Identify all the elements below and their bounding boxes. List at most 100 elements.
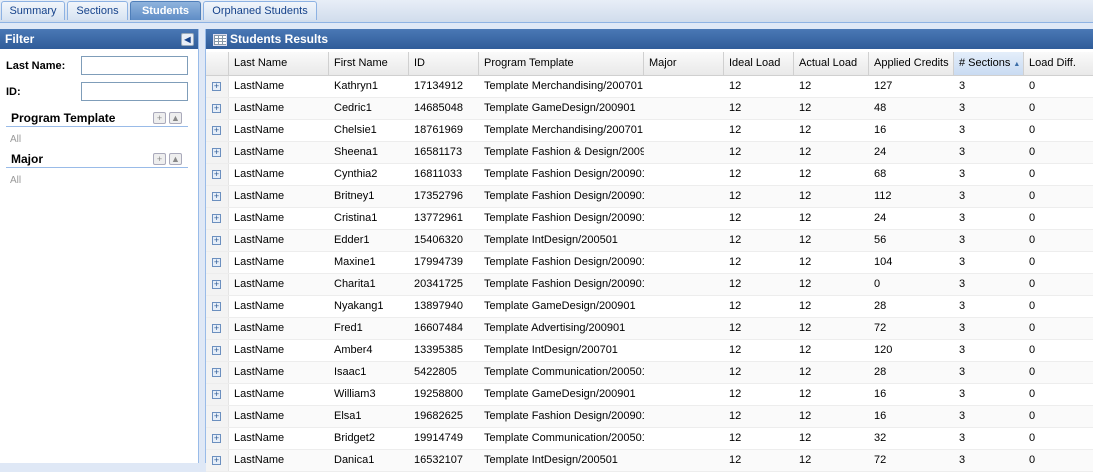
- table-row[interactable]: + LastName Sheena1 16581173 Template Fashion…: [206, 142, 1093, 164]
- col-id-cell: 20341725: [414, 278, 463, 290]
- table-row[interactable]: + LastName Cynthia2 16811033 Template Fashio…: [206, 164, 1093, 186]
- major-value[interactable]: All: [10, 175, 21, 186]
- expand-row-icon[interactable]: +: [212, 126, 221, 135]
- expand-row-icon[interactable]: +: [212, 170, 221, 179]
- col-program-template-cell: Template Communication/200501: [484, 366, 644, 378]
- table-row[interactable]: + LastName Isaac1 5422805 Template Communica…: [206, 362, 1093, 384]
- col-program-template-cell: Template Merchandising/200701: [484, 124, 643, 136]
- last-name-input[interactable]: [81, 56, 188, 75]
- col-actual-load-cell: 12: [799, 212, 812, 224]
- collapse-left-icon[interactable]: ◀: [181, 33, 194, 46]
- col-id-cell: 19258800: [414, 388, 463, 400]
- col-id-cell: 19682625: [414, 410, 463, 422]
- col-actual-load-header[interactable]: Actual Load: [794, 52, 869, 75]
- expand-row-icon[interactable]: +: [212, 324, 221, 333]
- col-ideal-load-header[interactable]: Ideal Load: [724, 52, 794, 75]
- expander-cell: +: [206, 164, 229, 185]
- col-program-template-header[interactable]: Program Template: [479, 52, 644, 75]
- col-id-header[interactable]: ID: [409, 52, 479, 75]
- col-last-name-cell: LastName: [234, 80, 285, 92]
- expand-row-icon[interactable]: +: [212, 302, 221, 311]
- expand-row-icon[interactable]: +: [212, 104, 221, 113]
- expand-row-icon[interactable]: +: [212, 456, 221, 465]
- expand-row-icon[interactable]: +: [212, 390, 221, 399]
- expand-row-icon[interactable]: +: [212, 236, 221, 245]
- col-last-name-cell: LastName: [234, 256, 285, 268]
- col-actual-load-cell: 12: [799, 256, 812, 268]
- table-row[interactable]: + LastName Fred1 16607484 Template Advertisi…: [206, 318, 1093, 340]
- table-row[interactable]: + LastName William3 19258800 Template GameDe…: [206, 384, 1093, 406]
- col-applied-credits-header[interactable]: Applied Credits: [869, 52, 954, 75]
- collapse-program-template-icon[interactable]: ▲: [169, 112, 182, 124]
- expand-row-icon[interactable]: +: [212, 412, 221, 421]
- table-row[interactable]: + LastName Maxine1 17994739 Template Fashion…: [206, 252, 1093, 274]
- col-actual-load-cell: 12: [799, 322, 812, 334]
- col-load-diff-cell: 0: [1029, 410, 1036, 422]
- col-major-cell: [644, 318, 724, 339]
- filter-title: Filter: [5, 32, 35, 46]
- col-actual-load-cell: 12: [799, 80, 812, 92]
- add-program-template-icon[interactable]: +: [153, 112, 166, 124]
- table-row[interactable]: + LastName Kathryn1 17134912 Template Mercha…: [206, 76, 1093, 98]
- col-program-template-cell: Template Fashion Design/200901: [484, 256, 644, 268]
- col-sections-cell: 3: [959, 366, 966, 378]
- table-row[interactable]: + LastName Bridget2 19914749 Template Commun…: [206, 428, 1093, 450]
- tab-orphaned-students[interactable]: Orphaned Students: [203, 1, 317, 20]
- col-first-name-cell: Britney1: [334, 190, 375, 202]
- col-applied-credits-cell: 16: [874, 388, 887, 400]
- expand-row-icon[interactable]: +: [212, 434, 221, 443]
- col-sections-cell: 3: [959, 454, 966, 466]
- table-row[interactable]: + LastName Danica1 16532107 Template IntDesi…: [206, 450, 1093, 472]
- col-last-name-header[interactable]: Last Name: [229, 52, 329, 75]
- col-ideal-load-cell: 12: [729, 234, 742, 246]
- col-load-diff-header[interactable]: Load Diff.: [1024, 52, 1093, 75]
- collapse-major-icon[interactable]: ▲: [169, 153, 182, 165]
- expand-row-icon[interactable]: +: [212, 280, 221, 289]
- table-row[interactable]: + LastName Nyakang1 13897940 Template GameDe…: [206, 296, 1093, 318]
- table-row[interactable]: + LastName Chelsie1 18761969 Template Mercha…: [206, 120, 1093, 142]
- id-label: ID:: [6, 86, 21, 98]
- tab-students[interactable]: Students: [130, 1, 201, 20]
- col-first-name-header[interactable]: First Name: [329, 52, 409, 75]
- program-template-value[interactable]: All: [10, 134, 21, 145]
- expand-row-icon[interactable]: +: [212, 346, 221, 355]
- table-row[interactable]: + LastName Edder1 15406320 Template IntDesig…: [206, 230, 1093, 252]
- col-applied-credits-cell: 48: [874, 102, 887, 114]
- expander-cell: +: [206, 340, 229, 361]
- col-program-template-cell: Template Fashion Design/200901: [484, 190, 644, 202]
- col-major-cell: [644, 98, 724, 119]
- table-row[interactable]: + LastName Cedric1 14685048 Template GameDes…: [206, 98, 1093, 120]
- col-load-diff-cell: 0: [1029, 190, 1036, 202]
- col-major-cell: [644, 252, 724, 273]
- col-sections-cell: 3: [959, 146, 966, 158]
- expander-cell: +: [206, 362, 229, 383]
- expand-row-icon[interactable]: +: [212, 148, 221, 157]
- table-row[interactable]: + LastName Cristina1 13772961 Template Fashi…: [206, 208, 1093, 230]
- table-row[interactable]: + LastName Charita1 20341725 Template Fashio…: [206, 274, 1093, 296]
- table-row[interactable]: + LastName Amber4 13395385 Template IntDesig…: [206, 340, 1093, 362]
- expand-row-icon[interactable]: +: [212, 214, 221, 223]
- col-ideal-load-cell: 12: [729, 190, 742, 202]
- table-row[interactable]: + LastName Britney1 17352796 Template Fashio…: [206, 186, 1093, 208]
- add-major-icon[interactable]: +: [153, 153, 166, 165]
- id-input[interactable]: [81, 82, 188, 101]
- col-sections-cell: 3: [959, 102, 966, 114]
- expand-row-icon[interactable]: +: [212, 368, 221, 377]
- column-header-label: Ideal Load: [729, 57, 781, 69]
- expander-column-header: [206, 52, 229, 75]
- col-first-name-cell: Fred1: [334, 322, 363, 334]
- col-ideal-load-cell: 12: [729, 366, 742, 378]
- expand-row-icon[interactable]: +: [212, 258, 221, 267]
- expand-row-icon[interactable]: +: [212, 192, 221, 201]
- col-first-name-cell: Charita1: [334, 278, 376, 290]
- tab-summary[interactable]: Summary: [1, 1, 65, 20]
- col-sections-header[interactable]: # Sections ▲: [954, 52, 1024, 75]
- col-ideal-load-cell: 12: [729, 344, 742, 356]
- col-ideal-load-cell: 12: [729, 124, 742, 136]
- expander-cell: +: [206, 208, 229, 229]
- expand-row-icon[interactable]: +: [212, 82, 221, 91]
- table-row[interactable]: + LastName Elsa1 19682625 Template Fashion D…: [206, 406, 1093, 428]
- tab-sections[interactable]: Sections: [67, 1, 128, 20]
- col-major-header[interactable]: Major: [644, 52, 724, 75]
- col-id-cell: 16581173: [414, 146, 463, 158]
